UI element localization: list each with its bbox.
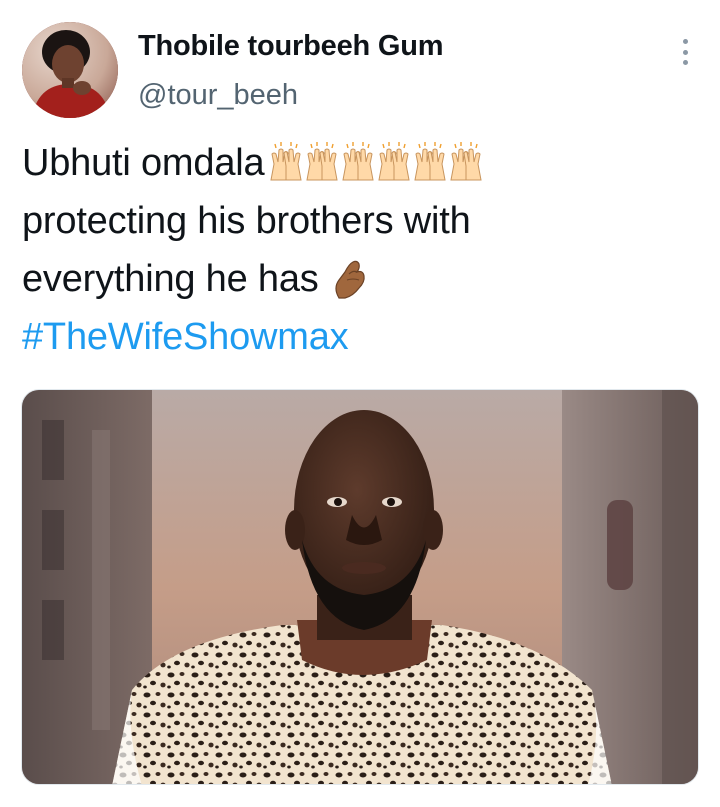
more-dot xyxy=(682,60,688,65)
more-vertical-icon[interactable] xyxy=(674,34,696,70)
raising-hands-icon xyxy=(414,142,447,181)
tweet-text-line-1: Ubhuti omdala xyxy=(22,134,702,192)
raising-hands-emoji-row xyxy=(264,141,486,181)
author-avatar[interactable] xyxy=(22,22,118,118)
pinched-fingers-icon xyxy=(334,260,365,299)
tweet-text-segment: everything he has xyxy=(22,258,319,300)
author-handle[interactable]: @tour_beeh xyxy=(138,79,298,112)
tweet-text: Ubhuti omdala protecting his brothers wi… xyxy=(22,134,702,366)
raising-hands-icon xyxy=(342,142,375,181)
raising-hands-icon xyxy=(378,142,411,181)
raising-hands-icon xyxy=(270,142,303,181)
raising-hands-icon xyxy=(450,142,483,181)
author-display-name[interactable]: Thobile tourbeeh Gum xyxy=(138,30,444,63)
tweet-media-photo[interactable] xyxy=(21,389,699,785)
raising-hands-icon xyxy=(306,142,339,181)
more-dot xyxy=(682,49,688,55)
more-dot xyxy=(682,39,688,44)
tweet-text-line-3: everything he has xyxy=(22,250,702,308)
tweet-text-line-2: protecting his brothers with xyxy=(22,200,471,242)
tweet-card[interactable]: Thobile tourbeeh Gum @tour_beeh Ubhuti o… xyxy=(0,0,720,807)
tweet-text-segment: Ubhuti omdala xyxy=(22,142,265,184)
hashtag-link[interactable]: #TheWifeShowmax xyxy=(22,308,702,366)
